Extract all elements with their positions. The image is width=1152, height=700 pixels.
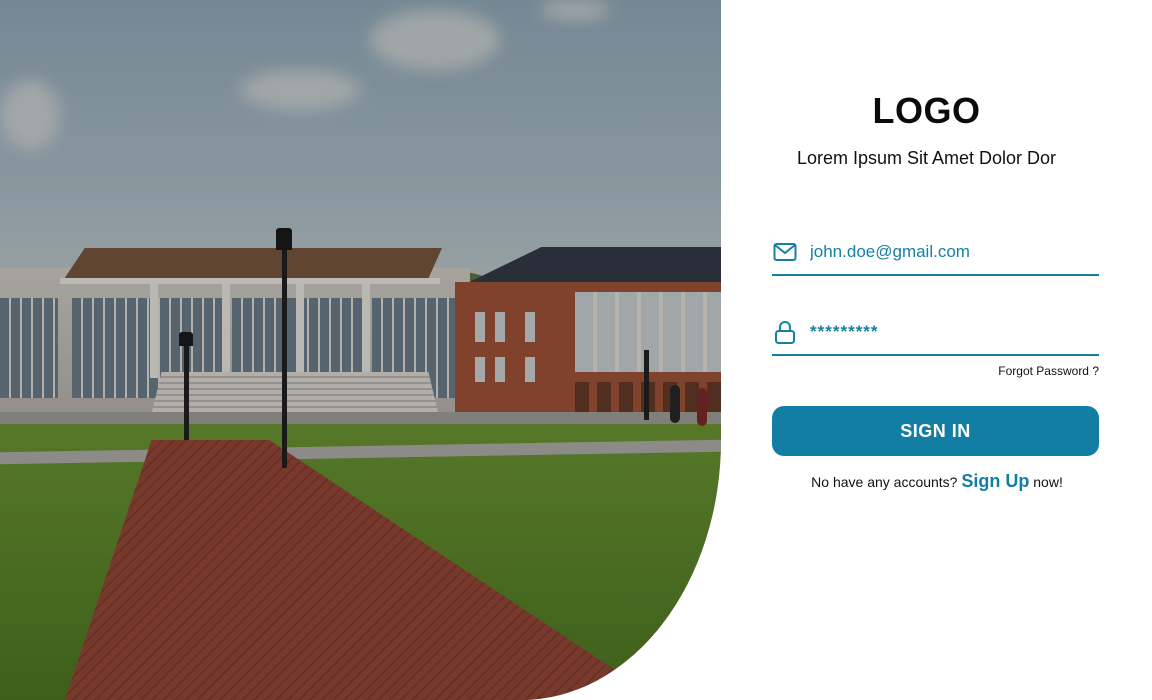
email-input[interactable]	[808, 241, 1092, 263]
password-input[interactable]	[808, 321, 1092, 343]
signup-prefix: No have any accounts?	[811, 474, 958, 490]
lock-icon	[772, 319, 798, 345]
signup-suffix: now!	[1033, 474, 1063, 490]
forgot-password-link[interactable]: Forgot Password ?	[900, 364, 1099, 378]
password-field[interactable]	[772, 310, 1099, 356]
signup-link[interactable]: Sign Up	[961, 471, 1029, 491]
mail-icon	[772, 239, 798, 265]
signup-prompt: No have any accounts? Sign Up now!	[721, 471, 1152, 492]
hero-image	[0, 0, 721, 700]
tagline: Lorem Ipsum Sit Amet Dolor Dor	[796, 148, 1057, 168]
sign-in-button[interactable]: SIGN IN	[772, 406, 1099, 456]
logo: LOGO	[872, 90, 981, 131]
email-field[interactable]	[772, 230, 1099, 276]
